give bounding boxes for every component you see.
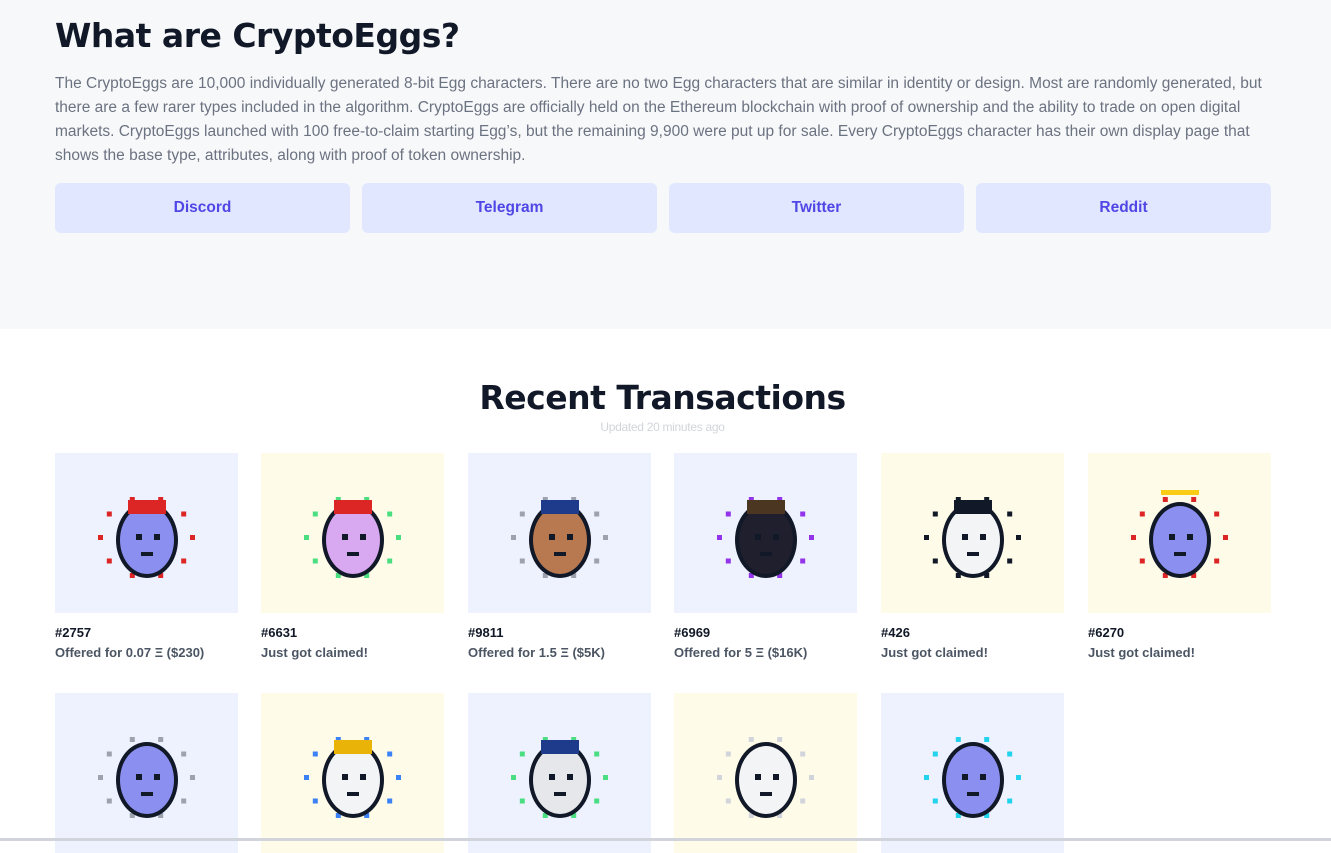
egg-avatar-icon — [923, 737, 1021, 818]
egg-thumbnail[interactable] — [261, 453, 444, 613]
transaction-card[interactable]: #426 Just got claimed! — [881, 453, 1064, 660]
about-section: What are CryptoEggs? The CryptoEggs are … — [0, 0, 1331, 329]
egg-avatar-icon — [97, 497, 195, 578]
egg-avatar-icon — [716, 737, 814, 818]
egg-avatar-icon — [510, 737, 608, 818]
transaction-card[interactable]: #6270 Just got claimed! — [1088, 453, 1271, 660]
egg-thumbnail[interactable] — [674, 453, 857, 613]
egg-thumbnail[interactable] — [468, 453, 651, 613]
egg-thumbnail[interactable] — [881, 693, 1064, 853]
egg-thumbnail[interactable] — [55, 453, 238, 613]
about-description: The CryptoEggs are 10,000 individually g… — [55, 75, 1262, 164]
transaction-card[interactable]: #2757 Offered for 0.07 Ξ ($230) — [55, 453, 238, 660]
egg-thumbnail[interactable] — [881, 453, 1064, 613]
egg-thumbnail[interactable] — [261, 693, 444, 853]
egg-avatar-icon — [97, 737, 195, 818]
transaction-status: Offered for 0.07 Ξ ($230) — [55, 645, 205, 660]
transaction-card[interactable]: #6631 Just got claimed! — [261, 453, 444, 660]
egg-id[interactable]: #9811 — [468, 625, 651, 640]
twitter-button[interactable]: Twitter — [669, 183, 964, 233]
egg-thumbnail[interactable] — [468, 693, 651, 853]
transaction-card[interactable] — [674, 693, 857, 853]
egg-avatar-icon — [303, 737, 401, 818]
updated-timestamp: Updated 20 minutes ago — [600, 420, 725, 434]
transaction-card[interactable] — [468, 693, 651, 853]
egg-avatar-icon — [923, 497, 1021, 578]
transaction-status: Just got claimed! — [261, 645, 368, 660]
telegram-button[interactable]: Telegram — [362, 183, 657, 233]
egg-id[interactable]: #426 — [881, 625, 1064, 640]
egg-thumbnail[interactable] — [55, 693, 238, 853]
reddit-button[interactable]: Reddit — [976, 183, 1271, 233]
recent-transactions-title: Recent Transactions — [479, 378, 846, 417]
egg-id[interactable]: #2757 — [55, 625, 238, 640]
egg-avatar-icon — [303, 497, 401, 578]
transaction-card[interactable] — [881, 693, 1064, 853]
transaction-status: Offered for 5 Ξ ($16K) — [674, 645, 808, 660]
transaction-card[interactable]: #6969 Offered for 5 Ξ ($16K) — [674, 453, 857, 660]
transaction-card[interactable]: #9811 Offered for 1.5 Ξ ($5K) — [468, 453, 651, 660]
transaction-status: Offered for 1.5 Ξ ($5K) — [468, 645, 605, 660]
social-links: Discord Telegram Twitter Reddit — [55, 183, 1271, 233]
transaction-card[interactable] — [55, 693, 238, 853]
egg-avatar-icon — [510, 497, 608, 578]
egg-thumbnail[interactable] — [1088, 453, 1271, 613]
transaction-card[interactable] — [261, 693, 444, 853]
transaction-status: Just got claimed! — [881, 645, 988, 660]
about-title: What are CryptoEggs? — [55, 16, 460, 55]
transaction-status: Just got claimed! — [1088, 645, 1195, 660]
egg-thumbnail[interactable] — [674, 693, 857, 853]
egg-avatar-icon — [716, 497, 814, 578]
egg-id[interactable]: #6631 — [261, 625, 444, 640]
egg-id[interactable]: #6270 — [1088, 625, 1271, 640]
egg-id[interactable]: #6969 — [674, 625, 857, 640]
discord-button[interactable]: Discord — [55, 183, 350, 233]
egg-avatar-icon — [1130, 490, 1228, 578]
